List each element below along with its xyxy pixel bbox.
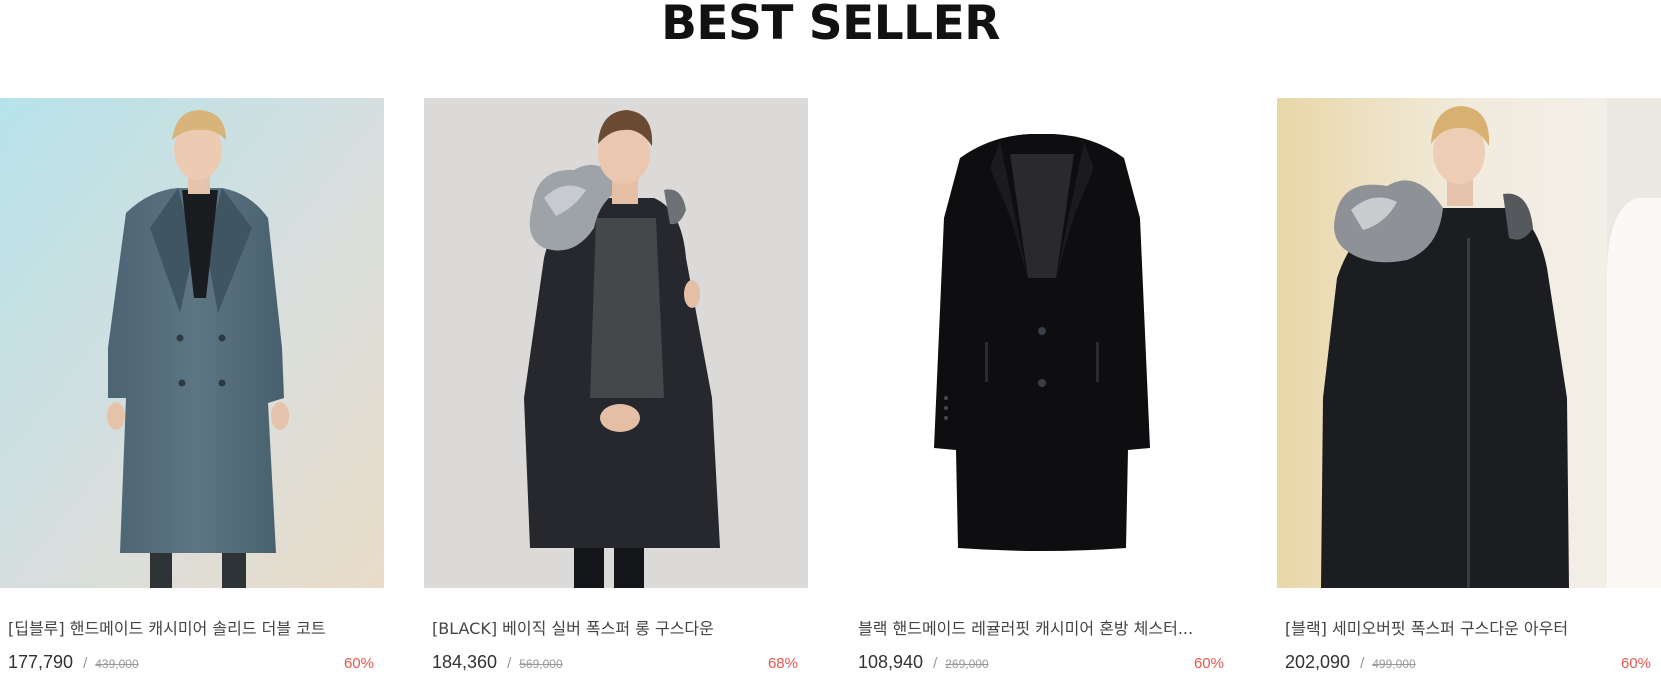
product-name[interactable]: [딥블루] 핸드메이드 캐시미어 솔리드 더블 코트 — [8, 615, 378, 639]
price-separator: / — [83, 655, 88, 672]
sale-price: 184,360 — [432, 652, 498, 672]
product-image-link[interactable] — [850, 98, 1234, 588]
price-separator: / — [507, 655, 512, 672]
product-image — [1277, 98, 1661, 588]
product-image-link[interactable] — [424, 98, 808, 588]
price-separator: / — [1360, 655, 1365, 672]
discount-rate: 68% — [767, 655, 798, 672]
discount-rate: 60% — [1193, 655, 1224, 672]
original-price: 499,000 — [1372, 657, 1416, 671]
section-title: BEST SELLER — [661, 0, 1000, 51]
sale-price: 202,090 — [1285, 652, 1351, 672]
product-card[interactable]: [BLACK] 베이직 실버 폭스퍼 롱 구스다운 184,360 / 569,00… — [424, 98, 808, 672]
price-row: 177,790 / 439,000 60% — [8, 652, 374, 676]
price-row: 184,360 / 569,000 68% — [432, 652, 798, 676]
price-separator: / — [933, 655, 938, 672]
product-image — [424, 98, 808, 588]
product-name[interactable]: [BLACK] 베이직 실버 폭스퍼 롱 구스다운 — [432, 615, 802, 639]
discount-rate: 60% — [343, 655, 374, 672]
original-price: 269,000 — [945, 657, 989, 671]
price-row: 202,090 / 499,000 60% — [1285, 652, 1651, 676]
discount-rate: 60% — [1620, 655, 1651, 672]
product-image-link[interactable] — [1277, 98, 1661, 588]
sale-price: 177,790 — [8, 652, 74, 672]
product-card[interactable]: 블랙 핸드메이드 레귤러핏 캐시미어 혼방 체스터... 108,940 / 269… — [850, 98, 1234, 672]
original-price: 569,000 — [519, 657, 563, 671]
product-image — [850, 98, 1234, 588]
product-name[interactable]: 블랙 핸드메이드 레귤러핏 캐시미어 혼방 체스터... — [858, 615, 1228, 639]
product-card[interactable]: [블랙] 세미오버핏 폭스퍼 구스다운 아우터 202,090/499,000 … — [1277, 98, 1661, 672]
product-name[interactable]: [블랙] 세미오버핏 폭스퍼 구스다운 아우터 — [1285, 615, 1655, 639]
original-price: 439,000 — [95, 657, 139, 671]
product-card[interactable]: [딥블루] 핸드메이드 캐시미어 솔리드 더블 코트 177,790 / 439,0… — [0, 98, 384, 672]
product-image — [0, 98, 384, 588]
product-image-link[interactable] — [0, 98, 384, 588]
sale-price: 108,940 — [858, 652, 924, 672]
price-row: 108,940 / 269,000 60% — [858, 652, 1224, 676]
